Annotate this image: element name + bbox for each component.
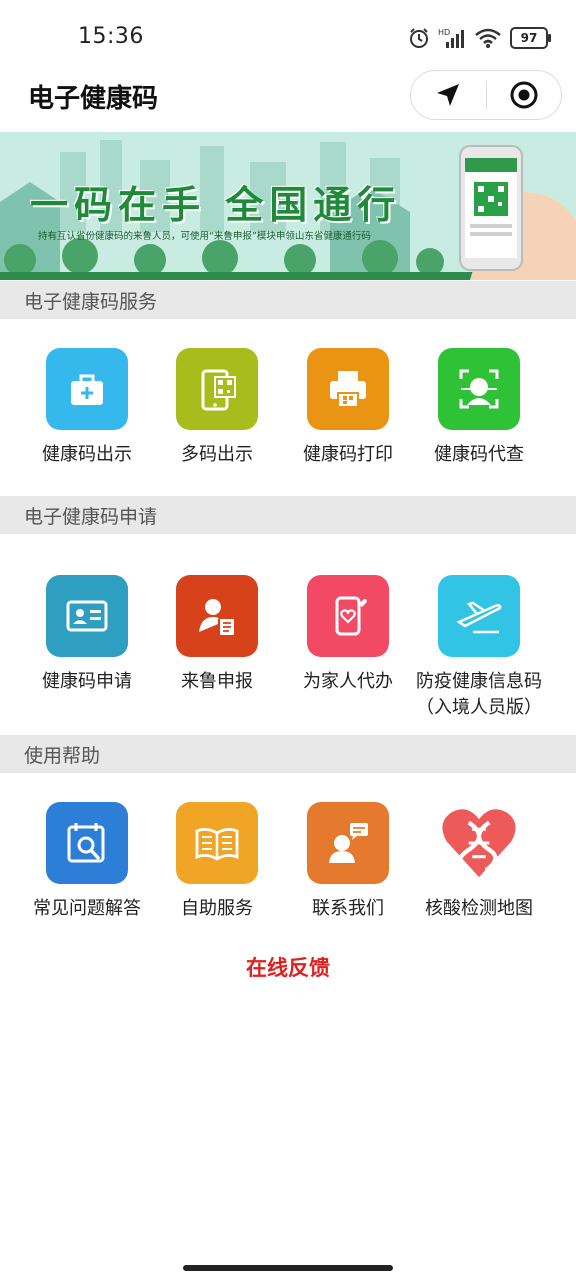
section-title: 电子健康码服务 <box>24 291 158 313</box>
battery-indicator: 97 <box>510 27 551 49</box>
status-icons: HD 97 <box>408 24 551 52</box>
alarm-icon <box>410 28 428 48</box>
help-faq[interactable]: 常见问题解答 <box>22 802 152 922</box>
item-label: 核酸检测地图 <box>425 898 533 919</box>
promo-banner[interactable]: 一码在手 全国通行 持有互认省份健康码的来鲁人员，可使用“来鲁申报”模块申领山东… <box>0 132 576 280</box>
tile <box>307 348 389 430</box>
tile <box>438 575 520 657</box>
banner-subtitle: 持有互认省份健康码的来鲁人员，可使用“来鲁申报”模块申领山东省健康通行码 <box>38 231 371 242</box>
online-feedback-link[interactable]: 在线反馈 <box>0 952 576 982</box>
help-nucleic-acid-test-map[interactable]: 核酸检测地图 <box>414 802 544 922</box>
mini-program-capsule <box>410 70 562 120</box>
help-contact-us[interactable]: 联系我们 <box>283 802 413 922</box>
banner-slogan: 一码在手 全国通行 <box>30 183 402 227</box>
tile <box>176 802 258 884</box>
phone-heart-icon <box>335 596 367 636</box>
tile <box>46 348 128 430</box>
tile <box>307 802 389 884</box>
apply-shandong-entry-report[interactable]: 来鲁申报 <box>152 575 282 695</box>
tile <box>46 575 128 657</box>
wifi-icon <box>475 28 501 48</box>
status-time: 15:36 <box>78 24 144 49</box>
item-label: 健康码出示 <box>42 444 132 465</box>
item-label: 健康码打印 <box>303 444 393 465</box>
id-card-icon <box>66 600 108 632</box>
apply-health-code[interactable]: 健康码申请 <box>22 575 152 695</box>
tile <box>176 575 258 657</box>
medical-kit-icon <box>71 374 103 405</box>
location-arrow-icon <box>437 84 460 106</box>
location-button[interactable] <box>411 70 486 120</box>
section-title: 使用帮助 <box>24 745 101 767</box>
service-multi-code-show[interactable]: 多码出示 <box>152 348 282 468</box>
item-label: 自助服务 <box>181 898 253 919</box>
status-bar: 15:36 HD 97 <box>0 0 576 70</box>
tile <box>307 575 389 657</box>
calendar-search-icon <box>67 823 105 863</box>
apply-for-family[interactable]: 为家人代办 <box>283 575 413 695</box>
tile <box>438 802 520 884</box>
apply-inbound-health-info-code[interactable]: 防疫健康信息码 （入境人员版） <box>414 575 544 721</box>
face-scan-icon <box>459 369 499 409</box>
section-header-help: 使用帮助 <box>0 735 576 773</box>
service-health-code-show[interactable]: 健康码出示 <box>22 348 152 468</box>
open-book-icon <box>195 828 239 861</box>
close-button[interactable] <box>487 70 562 120</box>
item-label: 多码出示 <box>181 444 253 465</box>
item-sublabel: （入境人员版） <box>416 697 542 718</box>
help-self-service[interactable]: 自助服务 <box>152 802 282 922</box>
section-header-application: 电子健康码申请 <box>0 496 576 534</box>
tile <box>438 348 520 430</box>
item-label: 健康码代查 <box>434 444 524 465</box>
service-health-code-proxy-query[interactable]: 健康码代查 <box>414 348 544 468</box>
dna-heart-icon <box>442 809 516 878</box>
svg-text:HD: HD <box>438 28 450 37</box>
section-header-services: 电子健康码服务 <box>0 281 576 319</box>
item-label: 为家人代办 <box>303 671 393 692</box>
item-label: 来鲁申报 <box>181 671 253 692</box>
service-health-code-print[interactable]: 健康码打印 <box>283 348 413 468</box>
printer-icon <box>330 371 366 408</box>
item-label: 常见问题解答 <box>33 898 141 919</box>
title-bar: 电子健康码 <box>0 70 576 132</box>
phone-qr-icon <box>201 369 236 411</box>
tile <box>46 802 128 884</box>
airplane-icon <box>456 601 502 634</box>
page-title: 电子健康码 <box>28 84 159 114</box>
home-indicator <box>183 1265 393 1271</box>
person-chat-icon <box>329 823 368 863</box>
item-label: 健康码申请 <box>42 671 132 692</box>
target-icon <box>510 81 538 109</box>
person-form-icon <box>199 599 236 637</box>
tile <box>176 348 258 430</box>
item-label: 联系我们 <box>312 898 384 919</box>
signal-icon: HD <box>438 28 464 48</box>
item-label: 防疫健康信息码 <box>416 671 542 692</box>
section-title: 电子健康码申请 <box>24 506 158 528</box>
